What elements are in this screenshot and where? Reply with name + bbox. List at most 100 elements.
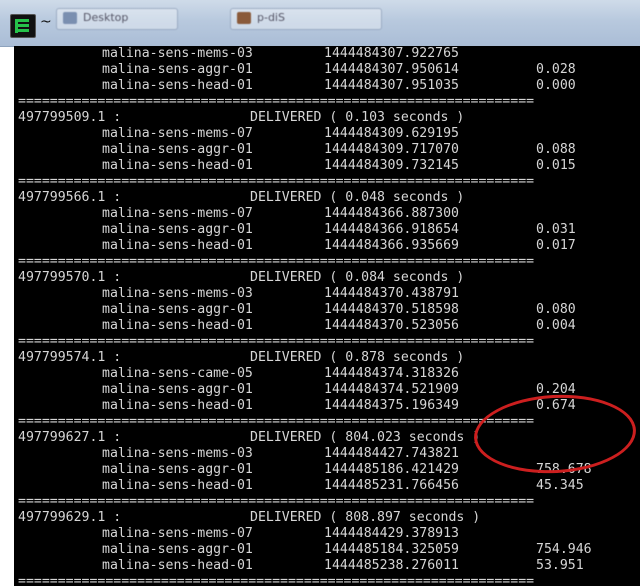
timestamp: 1444484309.717070 xyxy=(324,142,459,157)
terminal-app-icon[interactable] xyxy=(10,14,36,38)
source-name: malina-sens-aggr-01 xyxy=(102,542,253,557)
output-row: malina-sens-mems-07 1444484366.887300 xyxy=(18,206,534,222)
terminal-output[interactable]: malina-sens-mems-03 1444484307.922765 mal… xyxy=(14,46,640,586)
output-row: malina-sens-mems-03 1444484427.743821 xyxy=(18,446,534,462)
separator-line: ========================================… xyxy=(18,414,535,429)
source-name: malina-sens-head-01 xyxy=(102,398,253,413)
delta-value: 0.017 xyxy=(536,238,576,253)
message-id: 497799566.1 : xyxy=(18,190,122,205)
output-row: malina-sens-head-01 1444484307.951035 0.00… xyxy=(18,78,576,94)
message-id: 497799509.1 : xyxy=(18,110,122,125)
output-row: malina-sens-head-01 1444484370.523056 0.00… xyxy=(18,318,576,334)
output-row: malina-sens-mems-03 1444484307.922765 xyxy=(18,46,534,62)
separator-line: ========================================… xyxy=(18,334,535,349)
source-name: malina-sens-head-01 xyxy=(102,78,253,93)
delivery-status: DELIVERED ( 804.023 seconds ) xyxy=(250,430,481,445)
timestamp: 1444484309.629195 xyxy=(324,126,459,141)
timestamp: 1444484374.318326 xyxy=(324,366,459,381)
output-row: malina-sens-mems-07 1444484429.378913 xyxy=(18,526,534,542)
timestamp: 1444484366.935669 xyxy=(324,238,459,253)
delta-value: 53.951 xyxy=(536,558,584,573)
output-row: malina-sens-head-01 1444485231.766456 45.3… xyxy=(18,478,584,494)
message-id: 497799627.1 : xyxy=(18,430,122,445)
terminal-window: ~ Desktop p-diS malina-sens-mems-03 14444… xyxy=(0,0,640,586)
output-row: malina-sens-came-05 1444484374.318326 xyxy=(18,366,534,382)
delta-value: 45.345 xyxy=(536,478,584,493)
source-name: malina-sens-aggr-01 xyxy=(102,142,253,157)
source-name: malina-sens-head-01 xyxy=(102,158,253,173)
timestamp: 1444485184.325059 xyxy=(324,542,459,557)
output-row: malina-sens-aggr-01 1444484309.717070 0.08… xyxy=(18,142,576,158)
message-id: 497799629.1 : xyxy=(18,510,122,525)
delta-value: 0.004 xyxy=(536,318,576,333)
delivery-status: DELIVERED ( 0.103 seconds ) xyxy=(250,110,465,125)
taskbar-button-label: p-diS xyxy=(257,11,285,24)
source-name: malina-sens-mems-07 xyxy=(102,526,253,541)
delta-value: 0.015 xyxy=(536,158,576,173)
output-row: malina-sens-head-01 1444484375.196349 0.67… xyxy=(18,398,576,414)
timestamp: 1444484307.950614 xyxy=(324,62,459,77)
output-row: malina-sens-aggr-01 1444484366.918654 0.03… xyxy=(18,222,576,238)
source-name: malina-sens-head-01 xyxy=(102,318,253,333)
timestamp: 1444485238.276011 xyxy=(324,558,459,573)
folder-icon xyxy=(237,12,251,24)
delta-value: 0.000 xyxy=(536,78,576,93)
source-name: malina-sens-head-01 xyxy=(102,238,253,253)
source-name: malina-sens-mems-03 xyxy=(102,446,253,461)
message-id: 497799574.1 : xyxy=(18,350,122,365)
message-id: 497799570.1 : xyxy=(18,270,122,285)
timestamp: 1444485231.766456 xyxy=(324,478,459,493)
taskbar-button-folder[interactable]: p-diS xyxy=(230,8,382,30)
delta-value: 0.031 xyxy=(536,222,576,237)
timestamp: 1444484429.378913 xyxy=(324,526,459,541)
timestamp: 1444485186.421429 xyxy=(324,462,459,477)
message-header: 497799574.1 : DELIVERED ( 0.878 seconds ) xyxy=(18,350,534,366)
message-header: 497799627.1 : DELIVERED ( 804.023 seconds… xyxy=(18,430,534,446)
taskbar-button-label: Desktop xyxy=(83,11,129,24)
desktop-icon xyxy=(63,12,77,24)
separator-line: ========================================… xyxy=(18,94,535,109)
separator-line: ========================================… xyxy=(18,254,535,269)
timestamp: 1444484309.732145 xyxy=(324,158,459,173)
separator-line: ========================================… xyxy=(18,574,535,586)
output-row: malina-sens-aggr-01 1444484307.950614 0.02… xyxy=(18,62,576,78)
timestamp: 1444484427.743821 xyxy=(324,446,459,461)
source-name: malina-sens-head-01 xyxy=(102,478,253,493)
taskbar-button-desktop[interactable]: Desktop xyxy=(56,8,178,30)
source-name: malina-sens-mems-07 xyxy=(102,206,253,221)
title-bar: ~ Desktop p-diS xyxy=(0,0,640,47)
timestamp: 1444484307.922765 xyxy=(324,46,459,61)
message-header: 497799509.1 : DELIVERED ( 0.103 seconds ) xyxy=(18,110,534,126)
output-row: malina-sens-mems-07 1444484309.629195 xyxy=(18,126,534,142)
source-name: malina-sens-head-01 xyxy=(102,558,253,573)
output-row: malina-sens-head-01 1444484309.732145 0.01… xyxy=(18,158,576,174)
source-name: malina-sens-mems-03 xyxy=(102,286,253,301)
separator-line: ========================================… xyxy=(18,174,535,189)
source-name: malina-sens-mems-03 xyxy=(102,46,253,61)
delta-value: 0.088 xyxy=(536,142,576,157)
output-row: malina-sens-mems-03 1444484370.438791 xyxy=(18,286,534,302)
timestamp: 1444484307.951035 xyxy=(324,78,459,93)
timestamp: 1444484366.918654 xyxy=(324,222,459,237)
output-row: malina-sens-aggr-01 1444485184.325059 754.… xyxy=(18,542,592,558)
source-name: malina-sens-aggr-01 xyxy=(102,382,253,397)
delta-value: 0.028 xyxy=(536,62,576,77)
timestamp: 1444484370.518598 xyxy=(324,302,459,317)
window-title: ~ xyxy=(40,14,52,30)
delivery-status: DELIVERED ( 808.897 seconds ) xyxy=(250,510,481,525)
output-lines: malina-sens-mems-03 1444484307.922765 mal… xyxy=(18,46,592,586)
source-name: malina-sens-aggr-01 xyxy=(102,462,253,477)
source-name: malina-sens-aggr-01 xyxy=(102,62,253,77)
delivery-status: DELIVERED ( 0.048 seconds ) xyxy=(250,190,465,205)
timestamp: 1444484370.523056 xyxy=(324,318,459,333)
timestamp: 1444484366.887300 xyxy=(324,206,459,221)
output-row: malina-sens-aggr-01 1444484374.521909 0.20… xyxy=(18,382,576,398)
message-header: 497799570.1 : DELIVERED ( 0.084 seconds ) xyxy=(18,270,534,286)
message-header: 497799629.1 : DELIVERED ( 808.897 seconds… xyxy=(18,510,534,526)
separator-line: ========================================… xyxy=(18,494,535,509)
delta-value: 0.080 xyxy=(536,302,576,317)
message-header: 497799566.1 : DELIVERED ( 0.048 seconds ) xyxy=(18,190,534,206)
output-row: malina-sens-head-01 1444484366.935669 0.01… xyxy=(18,238,576,254)
output-row: malina-sens-aggr-01 1444484370.518598 0.08… xyxy=(18,302,576,318)
delivery-status: DELIVERED ( 0.084 seconds ) xyxy=(250,270,465,285)
